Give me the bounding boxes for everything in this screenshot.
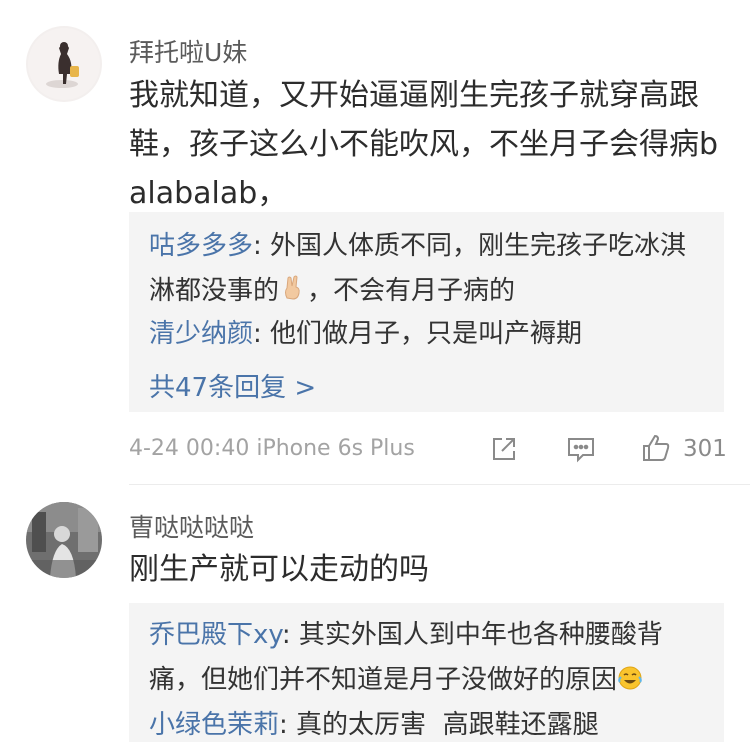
avatar[interactable] bbox=[26, 502, 102, 578]
avatar[interactable] bbox=[26, 26, 102, 102]
thumbs-up-icon[interactable] bbox=[640, 432, 672, 468]
reply-username[interactable]: 清少纳颜 bbox=[149, 319, 253, 349]
reply-text-tail: ，不会有月子病的 bbox=[307, 276, 516, 306]
share-icon[interactable] bbox=[490, 435, 518, 467]
more-replies-link[interactable]: 共47条回复 > bbox=[149, 367, 316, 404]
reply-item[interactable]: 清少纳颜: 他们做月子，只是叫产褥期 bbox=[149, 312, 709, 357]
comment-text: 刚生产就可以走动的吗 bbox=[129, 552, 429, 587]
username[interactable]: 拜托啦U妹 bbox=[129, 33, 247, 69]
comment-meta: 4-24 00:40 iPhone 6s Plus bbox=[129, 436, 415, 461]
reply-username[interactable]: 小绿色茉莉 bbox=[149, 710, 279, 740]
victory-hand-emoji bbox=[279, 272, 307, 317]
timestamp: 4-24 00:40 bbox=[129, 436, 250, 461]
tears-of-joy-emoji bbox=[617, 661, 643, 706]
replies-box[interactable]: 咕多多多: 外国人体质不同，刚生完孩子吃冰淇淋都没事的 ，不会有月子病的 清少纳颜… bbox=[129, 212, 724, 412]
username[interactable]: 曺哒哒哒哒 bbox=[129, 508, 254, 544]
reply-item[interactable]: 咕多多多: 外国人体质不同，刚生完孩子吃冰淇淋都没事的 ，不会有月子病的 bbox=[149, 224, 709, 317]
reply-username[interactable]: 乔巴殿下xy bbox=[149, 620, 282, 650]
reply-separator: : bbox=[253, 231, 271, 261]
divider bbox=[129, 484, 750, 485]
reply-item[interactable]: 乔巴殿下xy: 其实外国人到中年也各种腰酸背痛，但她们并不知道是月子没做好的原因 bbox=[149, 613, 709, 706]
reply-text: 他们做月子，只是叫产褥期 bbox=[270, 319, 583, 349]
reply-separator: : bbox=[281, 620, 299, 650]
comment-text: 我就知道，又开始逼逼刚生完孩子就穿高跟鞋，孩子这么小不能吹风，不坐月子会得病ba… bbox=[129, 78, 719, 211]
reply-separator: : bbox=[279, 710, 297, 740]
reply-text: 真的太厉害 高跟鞋还露腿 bbox=[296, 710, 599, 740]
avatar-image bbox=[26, 502, 102, 578]
reply-item[interactable]: 小绿色茉莉: 真的太厉害 高跟鞋还露腿 bbox=[149, 703, 709, 742]
like-count: 301 bbox=[683, 436, 727, 462]
reply-username[interactable]: 咕多多多 bbox=[149, 231, 253, 261]
device-name: iPhone 6s Plus bbox=[256, 436, 415, 461]
reply-separator: : bbox=[253, 319, 271, 349]
comment-icon[interactable] bbox=[566, 435, 596, 467]
avatar-image bbox=[26, 26, 102, 102]
replies-box[interactable]: 乔巴殿下xy: 其实外国人到中年也各种腰酸背痛，但她们并不知道是月子没做好的原因… bbox=[129, 603, 724, 742]
